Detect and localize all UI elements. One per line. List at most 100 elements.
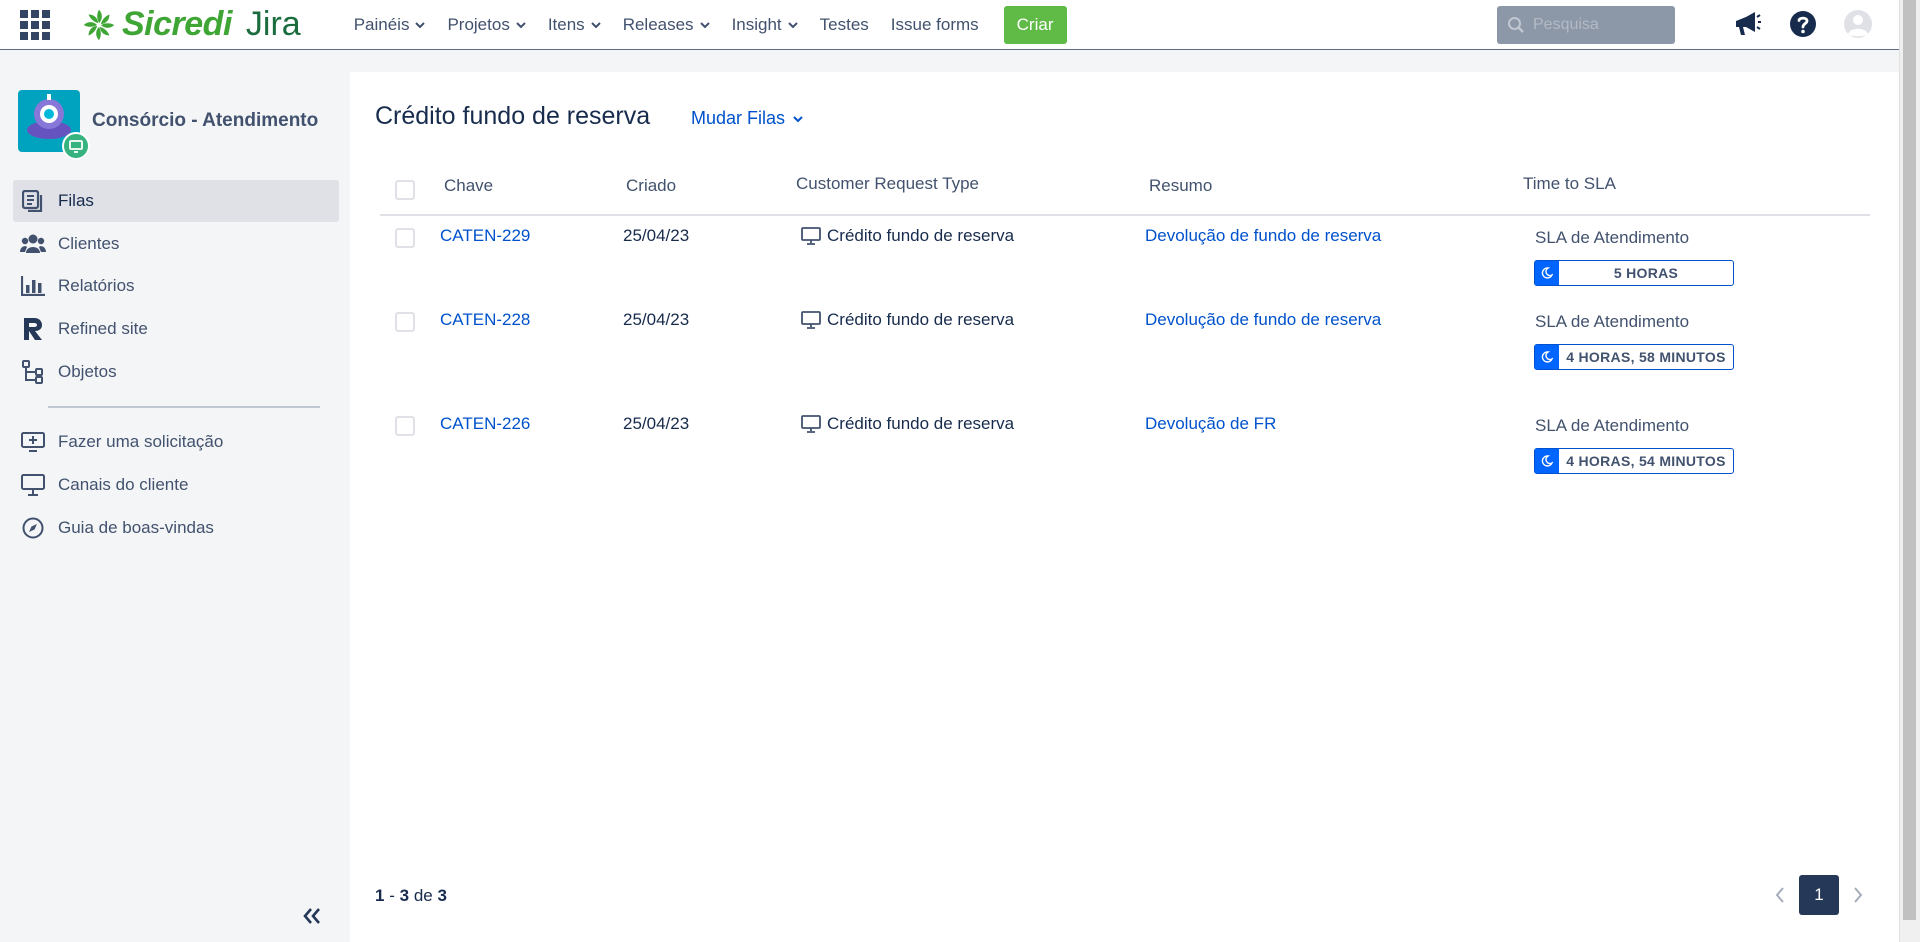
objects-icon: [20, 359, 46, 385]
user-avatar-icon[interactable]: [1843, 9, 1873, 39]
row-checkbox[interactable]: [395, 416, 415, 436]
search-input[interactable]: [1531, 15, 1675, 35]
sidebar-item-label: Fazer uma solicitação: [58, 432, 224, 451]
project-name: Consórcio - Atendimento: [92, 110, 319, 131]
refined-icon: [20, 316, 46, 342]
sidebar-item-label: Clientes: [58, 234, 120, 253]
sla-name: SLA de Atendimento: [1535, 312, 1690, 331]
monitor-icon: [801, 227, 821, 245]
change-queue-label: Mudar Filas: [691, 108, 786, 128]
summary-link[interactable]: Devolução de fundo de reserva: [1145, 226, 1381, 246]
main-nav: Painéis Projetos Itens Releases Insight …: [343, 0, 1067, 49]
sidebar-item-canais-cliente[interactable]: Canais do cliente: [13, 464, 339, 506]
project-sidebar: Consórcio - Atendimento Filas Clientes R…: [0, 72, 350, 942]
sicredi-jira-logo[interactable]: Sicredi Jira: [80, 5, 301, 44]
row-checkbox[interactable]: [395, 312, 415, 332]
sla-timer-badge: 5 HORAS: [1534, 260, 1734, 286]
nav-testes-label: Testes: [819, 14, 869, 34]
request-type-cell: Crédito fundo de reserva: [801, 414, 1014, 434]
moon-paused-icon: [1535, 345, 1559, 369]
issue-key-link[interactable]: CATEN-226: [440, 414, 530, 434]
column-header-request-type[interactable]: Customer Request Type: [796, 174, 979, 194]
row-checkbox[interactable]: [395, 228, 415, 248]
app-switcher-icon[interactable]: [20, 9, 50, 40]
search-box[interactable]: [1497, 6, 1675, 44]
pagination-of-label: de: [413, 886, 433, 905]
sidebar-item-refined-site[interactable]: Refined site: [13, 308, 339, 350]
sla-time-remaining: 4 HORAS, 58 MINUTOS: [1566, 349, 1726, 365]
sidebar-divider: [48, 406, 320, 408]
summary-link[interactable]: Devolução de FR: [1145, 414, 1276, 434]
sidebar-item-clientes[interactable]: Clientes: [13, 223, 339, 265]
pagination-to: 3: [399, 886, 410, 905]
customers-icon: [20, 231, 46, 257]
sidebar-item-label: Refined site: [58, 319, 148, 338]
issue-key-link[interactable]: CATEN-228: [440, 310, 530, 330]
select-all-checkbox[interactable]: [395, 180, 415, 200]
product-name: Jira: [245, 5, 301, 43]
nav-issue-forms-label: Issue forms: [890, 14, 979, 34]
page-button-current[interactable]: 1: [1799, 875, 1839, 915]
notifications-megaphone-icon[interactable]: [1732, 9, 1762, 39]
help-icon[interactable]: [1788, 9, 1818, 39]
nav-itens[interactable]: Itens: [537, 0, 612, 49]
request-type-label: Crédito fundo de reserva: [827, 226, 1015, 245]
summary-link[interactable]: Devolução de fundo de reserva: [1145, 310, 1381, 330]
column-header-criado[interactable]: Criado: [626, 176, 676, 196]
nav-releases[interactable]: Releases: [612, 0, 721, 49]
monitor-icon: [801, 415, 821, 433]
welcome-guide-icon: [20, 515, 46, 541]
moon-paused-icon: [1535, 449, 1559, 473]
sla-timer-badge: 4 HORAS, 54 MINUTOS: [1534, 448, 1734, 474]
nav-paineis-label: Painéis: [353, 14, 410, 34]
pagination-from: 1: [375, 886, 385, 905]
sidebar-item-fazer-solicitacao[interactable]: Fazer uma solicitação: [13, 421, 339, 463]
page-scrollbar[interactable]: [1899, 0, 1920, 942]
issue-key-link[interactable]: CATEN-229: [440, 226, 530, 246]
reports-icon: [20, 273, 46, 299]
change-queue-button[interactable]: Mudar Filas: [691, 108, 803, 129]
search-icon: [1508, 17, 1524, 33]
pagination-separator: -: [389, 886, 395, 905]
sidebar-item-label: Objetos: [58, 362, 117, 381]
nav-insight-label: Insight: [731, 14, 782, 34]
column-header-chave[interactable]: Chave: [444, 176, 493, 196]
column-header-resumo[interactable]: Resumo: [1149, 176, 1212, 196]
project-header[interactable]: Consórcio - Atendimento: [18, 90, 319, 160]
sidebar-item-guia-boas-vindas[interactable]: Guia de boas-vindas: [13, 507, 339, 549]
next-page-icon[interactable]: [1843, 880, 1873, 910]
sla-name: SLA de Atendimento: [1535, 228, 1690, 247]
sla-time-remaining: 4 HORAS, 54 MINUTOS: [1566, 453, 1726, 469]
previous-page-icon[interactable]: [1765, 880, 1795, 910]
moon-paused-icon: [1535, 261, 1559, 285]
brand-name: Sicredi: [122, 5, 232, 43]
nav-releases-label: Releases: [622, 14, 694, 34]
sidebar-item-label: Canais do cliente: [58, 475, 189, 494]
created-date: 25/04/23: [623, 414, 690, 433]
sidebar-item-label: Filas: [58, 191, 94, 210]
service-desk-badge-icon: [62, 132, 90, 160]
pagination-controls: 1: [1765, 875, 1873, 915]
nav-insight[interactable]: Insight: [721, 0, 809, 49]
header-divider-strip: [0, 50, 1900, 72]
nav-projetos[interactable]: Projetos: [436, 0, 536, 49]
scrollbar-thumb[interactable]: [1903, 0, 1916, 920]
create-button[interactable]: Criar: [1003, 5, 1067, 44]
request-type-label: Crédito fundo de reserva: [827, 414, 1015, 433]
queues-icon: [20, 188, 46, 214]
collapse-sidebar-icon[interactable]: [300, 904, 324, 928]
sidebar-item-relatorios[interactable]: Relatórios: [13, 265, 339, 307]
column-header-time-to-sla[interactable]: Time to SLA: [1523, 174, 1616, 194]
nav-paineis[interactable]: Painéis: [343, 0, 437, 49]
nav-testes[interactable]: Testes: [809, 0, 880, 49]
monitor-icon: [801, 311, 821, 329]
table-header-divider: [380, 214, 1870, 216]
sidebar-item-filas[interactable]: Filas: [13, 180, 339, 222]
nav-issue-forms[interactable]: Issue forms: [880, 0, 990, 49]
page-title: Crédito fundo de reserva: [375, 102, 651, 130]
sidebar-item-objetos[interactable]: Objetos: [13, 351, 339, 393]
chevron-down-icon: [516, 21, 526, 28]
chevron-down-icon: [793, 115, 803, 122]
project-avatar: [18, 90, 90, 160]
chevron-down-icon: [699, 21, 710, 28]
